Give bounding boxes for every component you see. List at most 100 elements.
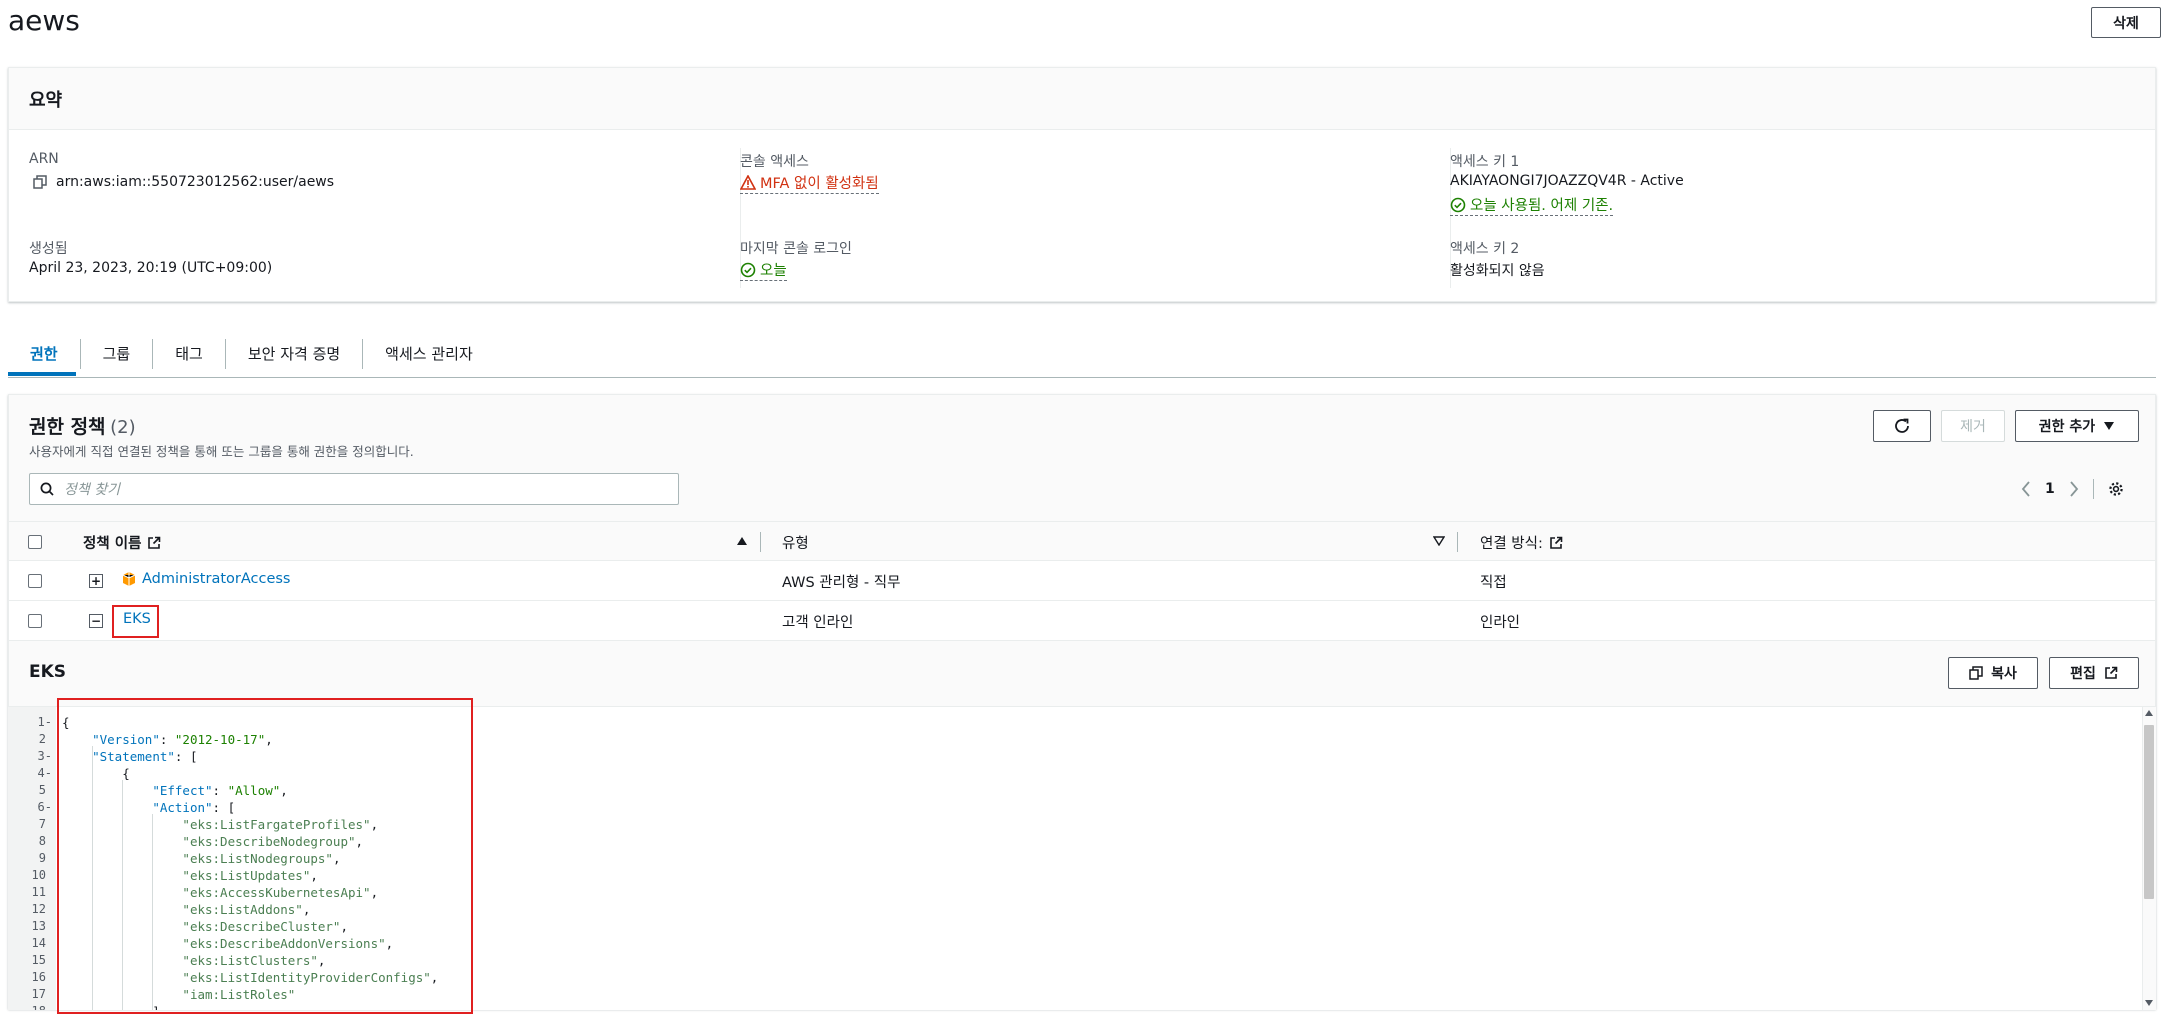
line-number: 9 — [38, 851, 46, 865]
line-number: 18 — [8, 1004, 52, 1010]
last-login-label: 마지막 콘솔 로그인 — [740, 241, 852, 257]
line-number: 10 — [31, 868, 46, 882]
line-number: 5 — [38, 783, 46, 797]
add-permissions-label: 권한 추가 — [2038, 419, 2096, 435]
external-link-icon — [147, 536, 161, 550]
console-access-status[interactable]: MFA 없이 활성화됨 — [740, 172, 879, 194]
tab-groups[interactable]: 그룹 — [81, 338, 154, 369]
table-header: 정책 이름 유형 연결 방식: — [9, 521, 2155, 561]
sort-ascending-icon[interactable] — [736, 536, 748, 546]
summary-heading: 요약 — [9, 68, 2155, 130]
sort-descending-icon[interactable] — [1433, 536, 1445, 546]
line-number: 8 — [38, 834, 46, 848]
copy-button[interactable]: 복사 — [1948, 657, 2038, 689]
column-policy-name[interactable]: 정책 이름 — [83, 532, 161, 553]
caret-down-icon — [2103, 421, 2115, 431]
scrollbar[interactable] — [2142, 707, 2156, 1010]
add-permissions-button[interactable]: 권한 추가 — [2015, 410, 2139, 442]
active-tab-indicator — [8, 372, 76, 376]
scroll-up-icon[interactable] — [2144, 709, 2154, 717]
tab-tags[interactable]: 태그 — [153, 338, 226, 369]
copy-label: 복사 — [1991, 666, 2017, 682]
line-number: 7 — [38, 817, 46, 831]
console-access-label: 콘솔 액세스 — [740, 154, 809, 170]
highlight-box — [57, 698, 473, 1014]
external-link-icon — [2104, 666, 2118, 680]
panel-heading: 권한 정책 (2) — [29, 412, 136, 439]
remove-button[interactable]: 제거 — [1941, 410, 2005, 442]
policy-attached: 직접 — [1480, 575, 1507, 591]
check-circle-icon — [1450, 197, 1466, 213]
line-number: 13 — [31, 919, 46, 933]
line-number-gutter: 1- 2 3- 4- 5 6- 7 8 9 10 11 12 13 14 15 16 17 18 — [8, 707, 56, 1010]
arn-value: arn:aws:iam::550723012562:user/aews — [56, 174, 335, 190]
line-number: 12 — [31, 902, 46, 916]
policy-link-administratoraccess[interactable]: AdministratorAccess — [142, 571, 290, 587]
line-number: 17 — [31, 987, 46, 1001]
access-key2-value: 활성화되지 않음 — [1450, 263, 1545, 279]
copy-icon[interactable] — [33, 175, 47, 189]
created-label: 생성됨 — [29, 241, 68, 257]
select-all-checkbox[interactable] — [28, 535, 42, 549]
row-checkbox[interactable] — [28, 614, 42, 628]
edit-label: 편집 — [2070, 666, 2096, 682]
chevron-left-icon[interactable] — [2021, 481, 2031, 497]
line-number: 4- — [37, 766, 52, 780]
search-input[interactable]: 정책 찾기 — [29, 473, 679, 505]
page-number[interactable]: 1 — [2045, 481, 2055, 497]
check-circle-icon — [740, 262, 756, 278]
line-number: 2 — [38, 732, 46, 746]
policy-type: 고객 인라인 — [782, 615, 854, 631]
row-checkbox[interactable] — [28, 574, 42, 588]
console-access-value: MFA 없이 활성화됨 — [760, 176, 879, 192]
expand-icon[interactable]: + — [89, 574, 103, 588]
tab-bar: 권한 그룹 태그 보안 자격 증명 액세스 관리자 — [8, 330, 2156, 378]
scrollbar-thumb[interactable] — [2144, 725, 2154, 899]
column-policy-name-label: 정책 이름 — [83, 536, 142, 552]
policy-attached: 인라인 — [1480, 615, 1521, 631]
policy-detail-title: EKS — [29, 662, 67, 682]
column-type[interactable]: 유형 — [782, 532, 809, 553]
line-number: 3- — [37, 749, 52, 763]
tab-permissions[interactable]: 권한 — [8, 338, 81, 369]
line-number: 11 — [31, 885, 46, 899]
created-value: April 23, 2023, 20:19 (UTC+09:00) — [29, 260, 273, 276]
collapse-icon[interactable]: − — [89, 614, 103, 628]
line-number: 16 — [31, 970, 46, 984]
highlight-box — [112, 605, 159, 638]
last-login-value: 오늘 — [760, 263, 787, 279]
line-number: 14 — [31, 936, 46, 950]
copy-icon — [1969, 666, 1983, 680]
divider — [2092, 479, 2094, 499]
panel-description: 사용자에게 직접 연결된 정책을 통해 또는 그룹을 통해 권한을 정의합니다. — [29, 444, 414, 459]
delete-button[interactable]: 삭제 — [2091, 7, 2161, 38]
search-placeholder: 정책 찾기 — [64, 482, 120, 498]
column-attached-label: 연결 방식: — [1480, 536, 1543, 552]
refresh-button[interactable] — [1873, 410, 1931, 442]
arn-label: ARN — [29, 151, 59, 167]
edit-button[interactable]: 편집 — [2049, 657, 2139, 689]
scroll-down-icon[interactable] — [2144, 999, 2154, 1007]
tab-security-credentials[interactable]: 보안 자격 증명 — [226, 338, 364, 369]
search-icon — [40, 482, 54, 496]
column-attached[interactable]: 연결 방식: — [1480, 532, 1563, 553]
table-row: − EKS 고객 인라인 인라인 — [9, 601, 2155, 641]
settings-gear-icon[interactable] — [2108, 481, 2124, 497]
warning-icon — [740, 175, 756, 190]
access-key1-status-text: 오늘 사용됨. 어제 기존. — [1470, 198, 1614, 214]
line-number: 15 — [31, 953, 46, 967]
panel-title: 권한 정책 — [29, 416, 106, 438]
policy-type: AWS 관리형 - 직무 — [782, 575, 901, 591]
column-divider[interactable] — [1457, 532, 1458, 552]
last-login-status[interactable]: 오늘 — [740, 259, 787, 281]
access-key2-label: 액세스 키 2 — [1450, 241, 1520, 257]
access-key1-status[interactable]: 오늘 사용됨. 어제 기존. — [1450, 194, 1614, 216]
tab-access-advisor[interactable]: 액세스 관리자 — [363, 339, 495, 369]
summary-panel: 요약 ARN arn:aws:iam::550723012562:user/ae… — [8, 67, 2156, 302]
table-row: + AdministratorAccess AWS 관리형 - 직무 직접 — [9, 561, 2155, 601]
column-divider[interactable] — [760, 532, 761, 552]
line-number: 1- — [37, 715, 52, 729]
arn-row: arn:aws:iam::550723012562:user/aews — [33, 174, 334, 190]
chevron-right-icon[interactable] — [2069, 481, 2079, 497]
access-key1-label: 액세스 키 1 — [1450, 154, 1520, 170]
